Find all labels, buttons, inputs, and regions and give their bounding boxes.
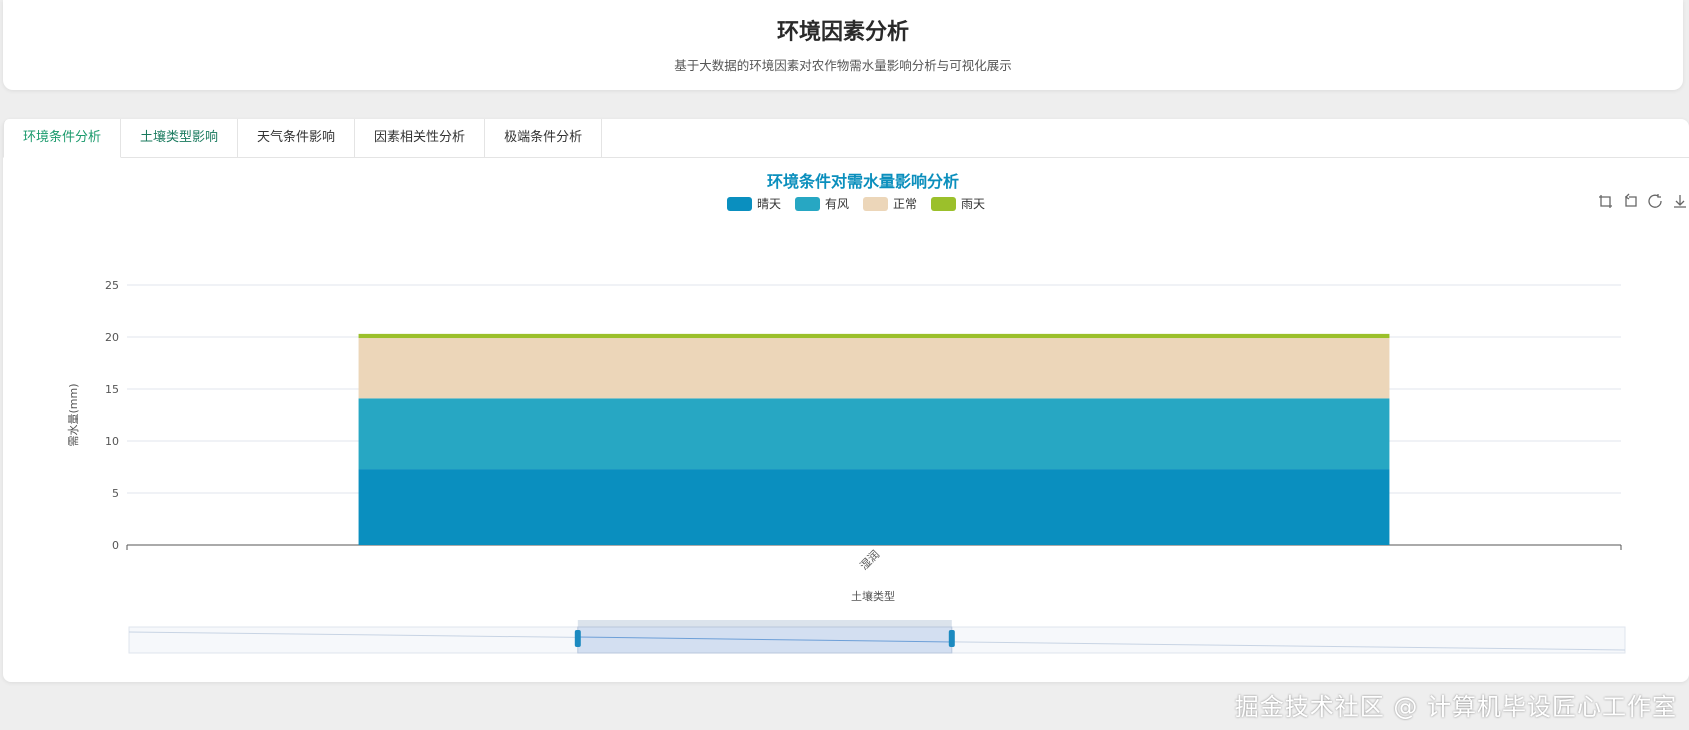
bar-segment-正常 bbox=[358, 338, 1390, 399]
tab-correlation[interactable]: 因素相关性分析 bbox=[355, 119, 486, 157]
legend-label: 有风 bbox=[825, 197, 849, 211]
page-title: 环境因素分析 bbox=[776, 20, 909, 45]
tab-weather[interactable]: 天气条件影响 bbox=[238, 119, 356, 157]
chart-canvas: 环境条件对需水量影响分析 晴天 有风 正常 雨天 0 5 10 15 20 25 湿润 需水量(… bbox=[67, 172, 1626, 654]
x-axis-label: 土壤类型 bbox=[851, 589, 895, 603]
tab-extreme[interactable]: 极端条件分析 bbox=[485, 119, 603, 157]
chart-axes: 湿润 bbox=[126, 545, 1622, 573]
datazoom-slider[interactable] bbox=[128, 620, 1626, 654]
legend-swatch bbox=[795, 197, 820, 211]
legend-swatch bbox=[727, 197, 752, 211]
bar-segment-晴天 bbox=[358, 469, 1390, 545]
bar-segment-有风 bbox=[358, 398, 1390, 470]
datazoom-handle-right bbox=[948, 630, 955, 647]
tab-soil[interactable]: 土壤类型影响 bbox=[121, 119, 239, 157]
y-tick-label: 20 bbox=[105, 331, 119, 344]
chart-bars bbox=[358, 333, 1390, 545]
y-tick-label: 5 bbox=[112, 487, 119, 500]
legend-label: 正常 bbox=[893, 197, 917, 211]
y-tick-label: 15 bbox=[105, 383, 119, 396]
x-tick-label: 湿润 bbox=[857, 547, 882, 572]
legend-swatch bbox=[931, 197, 956, 211]
header-card: 环境因素分析 基于大数据的环境因素对农作物需水量影响分析与可视化展示 bbox=[3, 0, 1683, 90]
chart-legend: 晴天 有风 正常 雨天 bbox=[727, 197, 985, 211]
analysis-panel: 环境条件分析 土壤类型影响 天气条件影响 因素相关性分析 极端条件分析 环境条件… bbox=[3, 119, 1689, 682]
datazoom-handle-left bbox=[574, 630, 581, 647]
legend-label: 雨天 bbox=[961, 197, 985, 211]
tab-environment[interactable]: 环境条件分析 bbox=[3, 119, 122, 158]
watermark: 掘金技术社区 @ 计算机毕设匠心工作室 bbox=[1234, 693, 1677, 721]
y-tick-label: 10 bbox=[105, 435, 119, 448]
y-tick-label: 0 bbox=[112, 539, 119, 552]
chart-title: 环境条件对需水量影响分析 bbox=[767, 172, 959, 191]
legend-swatch bbox=[863, 197, 888, 211]
bar-segment-雨天 bbox=[358, 333, 1390, 339]
page-subtitle: 基于大数据的环境因素对农作物需水量影响分析与可视化展示 bbox=[674, 58, 1012, 73]
legend-label: 晴天 bbox=[757, 197, 781, 211]
tab-bar: 环境条件分析 土壤类型影响 天气条件影响 因素相关性分析 极端条件分析 bbox=[3, 119, 1689, 158]
y-axis-label: 需水量(mm) bbox=[67, 383, 80, 446]
datazoom-top-bar bbox=[577, 620, 952, 627]
y-tick-label: 25 bbox=[105, 279, 119, 292]
